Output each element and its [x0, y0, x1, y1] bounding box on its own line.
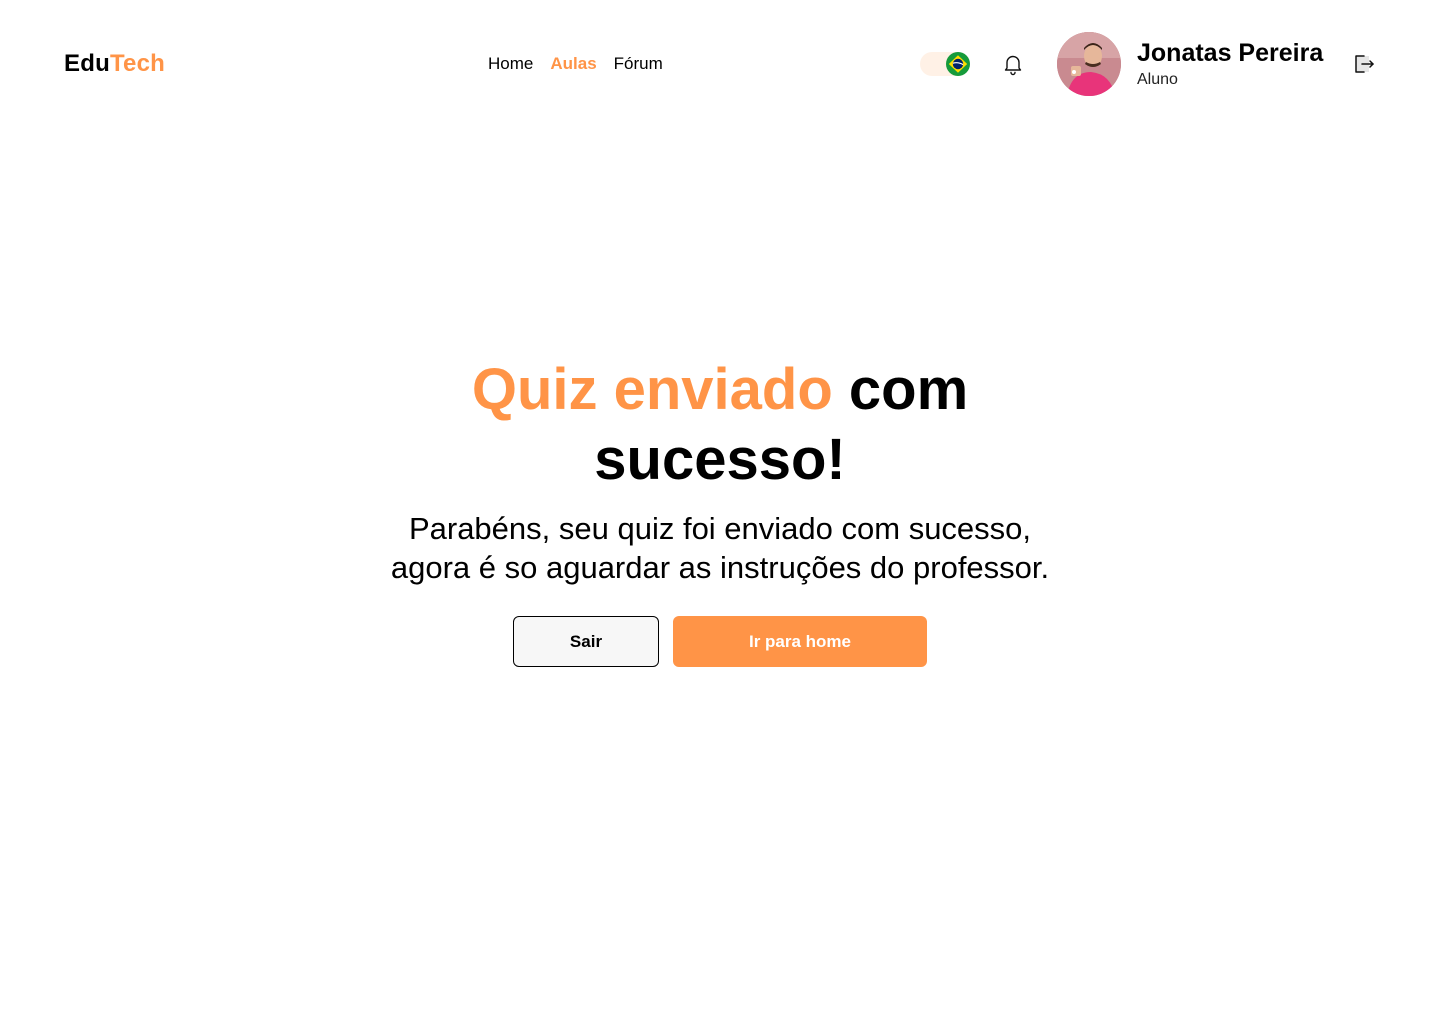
message-line-2: agora é so aguardar as instruções do pro… — [390, 550, 1050, 585]
nav-home[interactable]: Home — [488, 53, 533, 75]
message-line-1: Parabéns, seu quiz foi enviado com suces… — [408, 511, 1032, 546]
success-panel: Quiz enviado com sucesso! Parabéns, seu … — [0, 355, 1440, 587]
go-home-button[interactable]: Ir para home — [673, 616, 927, 667]
edutech-logo[interactable]: EduTech — [64, 50, 165, 78]
success-message: Parabéns, seu quiz foi enviado com suces… — [340, 509, 1100, 587]
logo-text-tech: Tech — [109, 50, 165, 77]
user-role: Aluno — [1137, 71, 1178, 88]
avatar-photo — [1057, 32, 1121, 96]
language-toggle[interactable] — [920, 52, 970, 76]
bell-icon[interactable] — [1001, 52, 1025, 76]
page-title: Quiz enviado com sucesso! — [440, 355, 1000, 495]
title-highlight: Quiz enviado — [471, 357, 833, 422]
user-name: Jonatas Pereira — [1137, 39, 1324, 67]
nav-aulas[interactable]: Aulas — [550, 53, 596, 75]
exit-button[interactable]: Sair — [513, 616, 659, 667]
action-buttons: Sair Ir para home — [0, 616, 1440, 667]
logo-text-edu: Edu — [64, 50, 110, 77]
nav-forum[interactable]: Fórum — [614, 53, 663, 75]
top-header: EduTech Home Aulas Fórum Jonatas Pereira — [0, 0, 1440, 128]
brazil-flag-icon — [946, 52, 970, 76]
logout-icon[interactable] — [1352, 52, 1376, 76]
user-avatar[interactable] — [1057, 32, 1121, 96]
main-nav: Home Aulas Fórum — [488, 53, 663, 75]
